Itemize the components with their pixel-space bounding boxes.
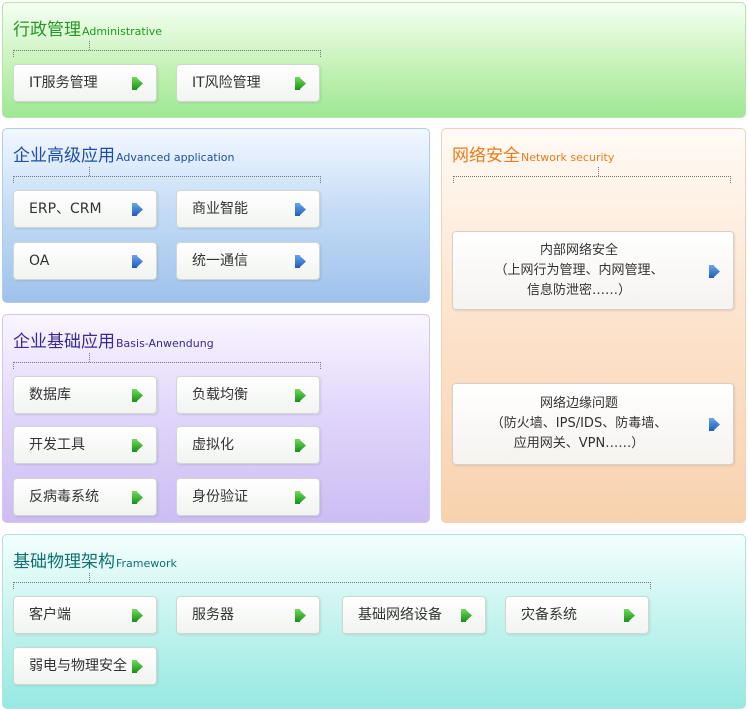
virtualization-button[interactable]: 虚拟化 — [176, 426, 320, 464]
authentication-button[interactable]: 身份验证 — [176, 478, 320, 516]
block-text: 内部网络安全 （上网行为管理、内网管理、 信息防泄密……） — [453, 241, 705, 301]
play-arrow-icon — [295, 203, 306, 216]
advanced-application-title: 企业高级应用Advanced application — [13, 141, 235, 166]
administrative-title: 行政管理Administrative — [13, 15, 162, 40]
block-line: 信息防泄密……） — [526, 283, 631, 298]
play-arrow-icon — [295, 439, 306, 452]
block-line: 应用网关、VPN……） — [513, 436, 645, 451]
button-label: 开发工具 — [29, 437, 85, 453]
client-button[interactable]: 客户端 — [13, 596, 157, 634]
database-button[interactable]: 数据库 — [13, 376, 157, 414]
network-equipment-button[interactable]: 基础网络设备 — [342, 596, 486, 634]
basis-title-zh: 企业基础应用 — [13, 332, 115, 352]
play-arrow-icon — [295, 491, 306, 504]
button-label: 身份验证 — [192, 489, 248, 505]
play-arrow-icon — [461, 609, 472, 622]
connector-bracket — [13, 582, 651, 589]
block-line: 内部网络安全 — [539, 243, 618, 258]
block-line: （防火墙、IPS/IDS、防毒墙、 — [490, 416, 668, 431]
play-arrow-icon — [132, 439, 143, 452]
connector-stem — [89, 353, 90, 362]
button-label: 服务器 — [192, 607, 234, 623]
connector-bracket — [13, 50, 321, 57]
it-risk-management-button[interactable]: IT风险管理 — [176, 64, 320, 102]
play-arrow-icon — [132, 77, 143, 90]
connector-bracket — [453, 176, 731, 183]
play-arrow-icon — [295, 255, 306, 268]
connector-stem — [598, 167, 599, 176]
play-arrow-icon — [624, 609, 635, 622]
internal-network-security-button[interactable]: 内部网络安全 （上网行为管理、内网管理、 信息防泄密……） — [452, 231, 734, 310]
block-text: 网络边缘问题 （防火墙、IPS/IDS、防毒墙、 应用网关、VPN……） — [453, 394, 705, 454]
connector-stem — [89, 167, 90, 176]
network-title-en: Network security — [521, 151, 615, 164]
load-balancing-button[interactable]: 负载均衡 — [176, 376, 320, 414]
network-edge-issues-button[interactable]: 网络边缘问题 （防火墙、IPS/IDS、防毒墙、 应用网关、VPN……） — [452, 383, 734, 465]
button-label: 统一通信 — [192, 253, 248, 269]
button-label: IT风险管理 — [192, 75, 261, 91]
button-label: ERP、CRM — [29, 201, 102, 217]
it-service-management-button[interactable]: IT服务管理 — [13, 64, 157, 102]
button-label: 基础网络设备 — [358, 607, 442, 623]
network-security-panel: 网络安全Network security 内部网络安全 （上网行为管理、内网管理… — [441, 128, 746, 523]
play-arrow-icon — [709, 265, 720, 278]
block-line: 网络边缘问题 — [539, 396, 618, 411]
connector-stem — [89, 41, 90, 50]
block-line: （上网行为管理、内网管理、 — [494, 263, 664, 278]
administrative-title-zh: 行政管理 — [13, 20, 81, 40]
administrative-panel: 行政管理Administrative IT服务管理 IT风险管理 — [2, 2, 746, 118]
network-security-title: 网络安全Network security — [452, 141, 614, 166]
play-arrow-icon — [132, 203, 143, 216]
advanced-application-panel: 企业高级应用Advanced application ERP、CRM 商业智能 … — [2, 128, 430, 303]
unified-communications-button[interactable]: 统一通信 — [176, 242, 320, 280]
framework-panel: 基础物理架构Framework 客户端 服务器 基础网络设备 灾备系统 弱电与物… — [2, 534, 746, 709]
button-label: OA — [29, 253, 50, 269]
connector-stem — [89, 573, 90, 582]
business-intelligence-button[interactable]: 商业智能 — [176, 190, 320, 228]
button-label: 灾备系统 — [521, 607, 577, 623]
antivirus-button[interactable]: 反病毒系统 — [13, 478, 157, 516]
button-label: 商业智能 — [192, 201, 248, 217]
connector-bracket — [13, 362, 321, 369]
dev-tools-button[interactable]: 开发工具 — [13, 426, 157, 464]
button-label: 弱电与物理安全 — [29, 658, 127, 674]
play-arrow-icon — [132, 660, 143, 673]
framework-title-zh: 基础物理架构 — [13, 552, 115, 572]
play-arrow-icon — [295, 389, 306, 402]
connector-bracket — [13, 176, 321, 183]
play-arrow-icon — [709, 418, 720, 431]
play-arrow-icon — [132, 491, 143, 504]
server-button[interactable]: 服务器 — [176, 596, 320, 634]
basis-title-en: Basis-Anwendung — [116, 337, 214, 350]
button-label: 虚拟化 — [192, 437, 234, 453]
play-arrow-icon — [132, 255, 143, 268]
erp-crm-button[interactable]: ERP、CRM — [13, 190, 157, 228]
framework-title: 基础物理架构Framework — [13, 547, 177, 572]
play-arrow-icon — [295, 77, 306, 90]
button-label: 客户端 — [29, 607, 71, 623]
play-arrow-icon — [132, 609, 143, 622]
basis-application-title: 企业基础应用Basis-Anwendung — [13, 327, 214, 352]
oa-button[interactable]: OA — [13, 242, 157, 280]
administrative-title-en: Administrative — [82, 25, 163, 38]
disaster-recovery-button[interactable]: 灾备系统 — [505, 596, 649, 634]
button-label: 负载均衡 — [192, 387, 248, 403]
network-title-zh: 网络安全 — [452, 146, 520, 166]
low-voltage-physical-security-button[interactable]: 弱电与物理安全 — [13, 647, 157, 685]
framework-title-en: Framework — [116, 557, 177, 570]
advanced-title-en: Advanced application — [116, 151, 235, 164]
advanced-title-zh: 企业高级应用 — [13, 146, 115, 166]
play-arrow-icon — [295, 609, 306, 622]
basis-application-panel: 企业基础应用Basis-Anwendung 数据库 负载均衡 开发工具 虚拟化 … — [2, 314, 430, 523]
button-label: 数据库 — [29, 387, 71, 403]
button-label: 反病毒系统 — [29, 489, 99, 505]
button-label: IT服务管理 — [29, 75, 98, 91]
play-arrow-icon — [132, 389, 143, 402]
